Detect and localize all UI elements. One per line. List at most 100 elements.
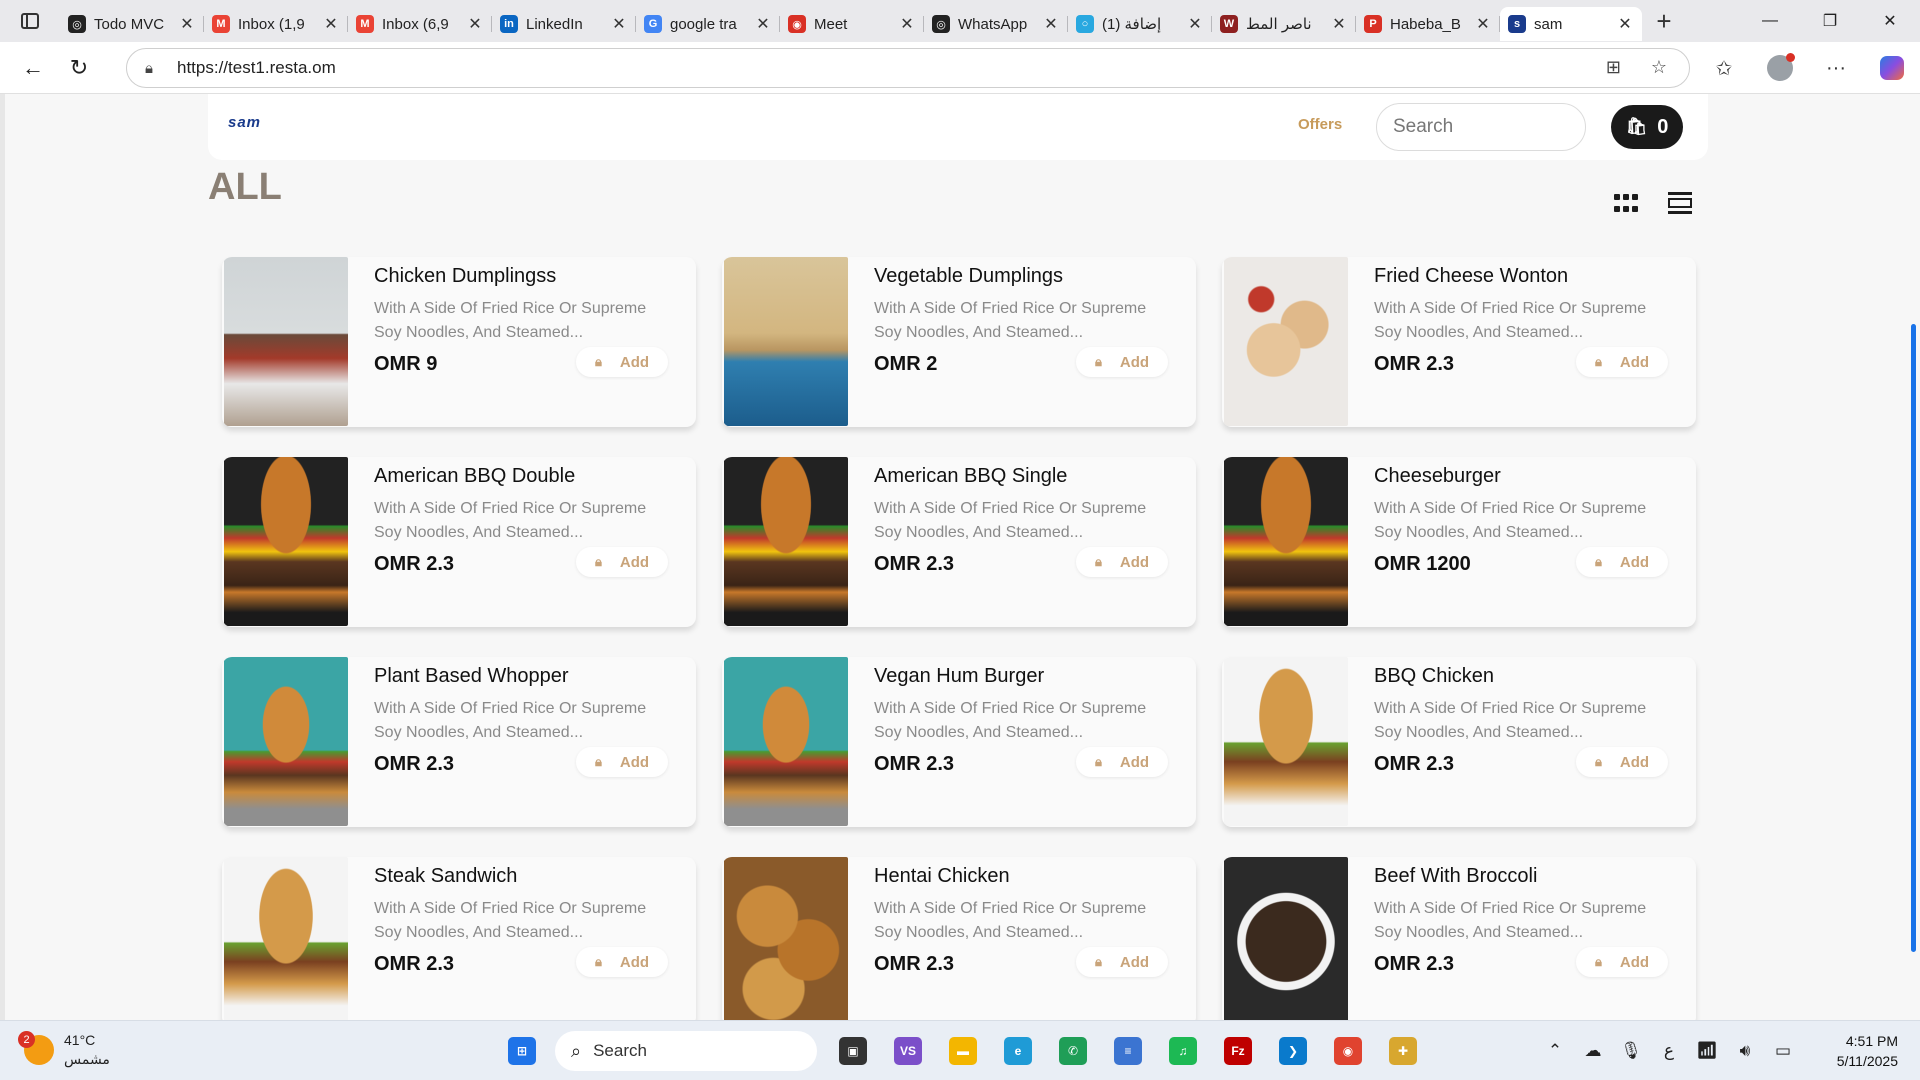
browser-tab[interactable]: ○ (1) إضافة ✕	[1068, 7, 1212, 41]
product-card[interactable]: Steak Sandwich With A Side Of Fried Rice …	[222, 857, 696, 1020]
browser-tab[interactable]: ◉ Meet ✕	[780, 7, 924, 41]
product-image[interactable]	[724, 857, 848, 1020]
tab-close-icon[interactable]: ✕	[1186, 14, 1204, 34]
product-card[interactable]: Vegan Hum Burger With A Side Of Fried Ric…	[722, 657, 1196, 827]
add-to-cart-button[interactable]: 🔒︎ Add	[1076, 747, 1168, 777]
back-button[interactable]: ←	[10, 45, 56, 91]
tab-close-icon[interactable]: ✕	[610, 14, 628, 34]
tab-close-icon[interactable]: ✕	[754, 14, 772, 34]
browser-tab[interactable]: in LinkedIn ✕	[492, 7, 636, 41]
add-to-cart-button[interactable]: 🔒︎ Add	[1576, 347, 1668, 377]
product-card[interactable]: BBQ Chicken With A Side Of Fried Rice Or …	[1222, 657, 1696, 827]
product-card[interactable]: Hentai Chicken With A Side Of Fried Rice …	[722, 857, 1196, 1020]
tab-actions-menu[interactable]	[0, 0, 60, 42]
site-search-input[interactable]	[1376, 103, 1586, 151]
favorite-star-icon[interactable]: ☆	[1651, 57, 1667, 78]
onedrive-icon[interactable]: ☁	[1574, 1041, 1612, 1061]
close-window-button[interactable]: ✕	[1860, 0, 1920, 42]
product-image[interactable]	[224, 657, 348, 826]
reload-button[interactable]: ↻	[56, 45, 102, 91]
copilot-button[interactable]	[1864, 42, 1920, 94]
browser-tab[interactable]: ◎ WhatsApp ✕	[924, 7, 1068, 41]
add-to-cart-button[interactable]: 🔒︎ Add	[1076, 547, 1168, 577]
product-card[interactable]: Plant Based Whopper With A Side Of Fried …	[222, 657, 696, 827]
browser-tab[interactable]: P Habeba_B ✕	[1356, 7, 1500, 41]
product-image[interactable]	[724, 657, 848, 826]
favorites-button[interactable]: ✩	[1696, 42, 1752, 94]
grid-view-toggle[interactable]	[1614, 194, 1638, 214]
cart-button[interactable]: 🛍︎ 0	[1611, 105, 1683, 149]
add-to-cart-button[interactable]: 🔒︎ Add	[576, 347, 668, 377]
product-image[interactable]	[1224, 457, 1348, 626]
tab-close-icon[interactable]: ✕	[898, 14, 916, 34]
tray-overflow-icon[interactable]: ⌃	[1536, 1041, 1574, 1061]
new-tab-button[interactable]: +	[1642, 0, 1686, 42]
tab-close-icon[interactable]: ✕	[1330, 14, 1348, 34]
vscode-icon[interactable]: ❯	[1271, 1031, 1315, 1071]
product-image[interactable]	[724, 257, 848, 426]
address-bar[interactable]: 🔒︎ https://test1.resta.om ⊞ ☆	[126, 48, 1690, 88]
product-card[interactable]: American BBQ Double With A Side Of Fried …	[222, 457, 696, 627]
settings-more-button[interactable]: ···	[1808, 42, 1864, 94]
tools-icon[interactable]: ✚	[1381, 1031, 1425, 1071]
browser-tab[interactable]: Ggoogle tra ✕	[636, 7, 780, 41]
tab-close-icon[interactable]: ✕	[322, 14, 340, 34]
windows-start-icon[interactable]: ⊞	[500, 1031, 544, 1071]
product-card[interactable]: Vegetable Dumplings With A Side Of Fried …	[722, 257, 1196, 427]
add-to-cart-button[interactable]: 🔒︎ Add	[1076, 947, 1168, 977]
browser-tab[interactable]: M Inbox (6,9 ✕	[348, 7, 492, 41]
add-to-cart-button[interactable]: 🔒︎ Add	[576, 747, 668, 777]
battery-icon[interactable]: ▭	[1764, 1041, 1802, 1061]
product-card[interactable]: Chicken Dumplingss With A Side Of Fried R…	[222, 257, 696, 427]
chrome-icon[interactable]: ◉	[1326, 1031, 1370, 1071]
add-to-cart-button[interactable]: 🔒︎ Add	[1576, 947, 1668, 977]
tab-close-icon[interactable]: ✕	[1616, 14, 1634, 34]
taskbar-clock[interactable]: 4:51 PM 5/11/2025	[1802, 1031, 1920, 1071]
notepad-icon[interactable]: ≡	[1106, 1031, 1150, 1071]
site-logo[interactable]: sam	[228, 114, 261, 131]
input-language[interactable]: ع	[1650, 1041, 1688, 1061]
tab-close-icon[interactable]: ✕	[466, 14, 484, 34]
task-view-icon[interactable]: ▣	[831, 1031, 875, 1071]
tab-close-icon[interactable]: ✕	[1474, 14, 1492, 34]
visual-studio-icon[interactable]: VS	[886, 1031, 930, 1071]
app-available-icon[interactable]: ⊞	[1606, 57, 1621, 78]
product-image[interactable]	[224, 257, 348, 426]
profile-button[interactable]	[1752, 42, 1808, 94]
product-image[interactable]	[1224, 857, 1348, 1020]
tab-close-icon[interactable]: ✕	[1042, 14, 1060, 34]
browser-tab[interactable]: W ناصر المط ✕	[1212, 7, 1356, 41]
product-image[interactable]	[224, 857, 348, 1020]
filezilla-icon[interactable]: Fz	[1216, 1031, 1260, 1071]
product-image[interactable]	[724, 457, 848, 626]
weather-widget[interactable]: 2 41°C مشمس	[18, 1031, 110, 1069]
whatsapp-icon[interactable]: ✆	[1051, 1031, 1095, 1071]
product-image[interactable]	[224, 457, 348, 626]
spotify-icon[interactable]: ♫	[1161, 1031, 1205, 1071]
restore-button[interactable]: ❐	[1800, 0, 1860, 42]
browser-tab[interactable]: M Inbox (1,9 ✕	[204, 7, 348, 41]
product-card[interactable]: Fried Cheese Wonton With A Side Of Fried …	[1222, 257, 1696, 427]
browser-tab[interactable]: s sam ✕	[1500, 7, 1642, 41]
wifi-icon[interactable]: 📶︎	[1688, 1041, 1726, 1061]
browser-tab[interactable]: ◎ Todo MVC ✕	[60, 7, 204, 41]
list-view-toggle[interactable]	[1668, 192, 1692, 214]
product-image[interactable]	[1224, 657, 1348, 826]
page-scrollbar[interactable]	[1911, 324, 1916, 952]
nav-offers-link[interactable]: Offers	[1298, 116, 1342, 133]
product-image[interactable]	[1224, 257, 1348, 426]
microphone-icon[interactable]: 🎙︎	[1612, 1041, 1650, 1061]
volume-icon[interactable]: 🔊︎	[1726, 1041, 1764, 1061]
add-to-cart-button[interactable]: 🔒︎ Add	[576, 547, 668, 577]
add-to-cart-button[interactable]: 🔒︎ Add	[1576, 747, 1668, 777]
add-to-cart-button[interactable]: 🔒︎ Add	[576, 947, 668, 977]
product-card[interactable]: American BBQ Single With A Side Of Fried …	[722, 457, 1196, 627]
add-to-cart-button[interactable]: 🔒︎ Add	[1576, 547, 1668, 577]
tab-close-icon[interactable]: ✕	[178, 14, 196, 34]
file-explorer-icon[interactable]: ▬	[941, 1031, 985, 1071]
product-card[interactable]: Cheeseburger With A Side Of Fried Rice Or…	[1222, 457, 1696, 627]
taskbar-search[interactable]: ⌕ Search	[555, 1031, 817, 1071]
minimize-button[interactable]: —	[1740, 0, 1800, 42]
edge-icon[interactable]: e	[996, 1031, 1040, 1071]
product-card[interactable]: Beef With Broccoli With A Side Of Fried R…	[1222, 857, 1696, 1020]
